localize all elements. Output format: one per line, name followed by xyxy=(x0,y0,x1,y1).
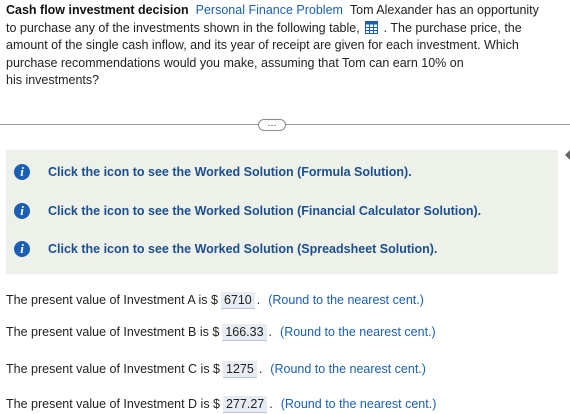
problem-line-3: amount of the single cash inflow, and it… xyxy=(6,38,519,52)
answer-a-period: . xyxy=(256,293,261,307)
answer-b-period: . xyxy=(268,325,273,339)
answer-d-period: . xyxy=(269,397,273,411)
problem-line-1: Tom Alexander has an opportunity xyxy=(349,3,539,17)
answer-a-hint: (Round to the nearest cent.) xyxy=(268,293,424,307)
worked-solutions-panel: i Click the icon to see the Worked Solut… xyxy=(6,150,558,274)
answer-d-prefix: The present value of Investment D is $ xyxy=(6,397,220,411)
problem-line-4: purchase recommendations would you make,… xyxy=(6,55,464,70)
worked-solution-spreadsheet-label[interactable]: Click the icon to see the Worked Solutio… xyxy=(48,242,437,256)
worked-solution-formula-label[interactable]: Click the icon to see the Worked Solutio… xyxy=(48,165,412,179)
problem-line-2-tail: . The purchase price, the xyxy=(383,20,522,35)
answer-c-input[interactable]: 1275 xyxy=(223,360,257,378)
answer-c-prefix: The present value of Investment C is $ xyxy=(6,362,220,376)
answer-a-prefix: The present value of Investment A is $ xyxy=(6,293,218,307)
expand-ellipsis-button[interactable]: … xyxy=(258,119,286,131)
scroll-marker-icon xyxy=(565,150,570,160)
info-icon[interactable]: i xyxy=(14,203,30,219)
answer-d-input[interactable]: 277.27 xyxy=(223,395,268,413)
answer-row-b: The present value of Investment B is $ 1… xyxy=(6,322,436,342)
worked-solution-formula[interactable]: i Click the icon to see the Worked Solut… xyxy=(14,163,412,181)
answer-b-input[interactable]: 166.33 xyxy=(222,323,267,341)
problem-statement: Cash flow investment decision Personal F… xyxy=(6,2,564,90)
answer-a-input[interactable]: 6710 xyxy=(220,291,255,309)
problem-line-2: to purchase any of the investments shown… xyxy=(6,20,360,35)
answer-c-hint: (Round to the nearest cent.) xyxy=(270,362,426,376)
answer-d-hint: (Round to the nearest cent.) xyxy=(280,397,437,411)
answer-b-prefix: The present value of Investment B is $ xyxy=(6,325,220,339)
answer-b-hint: (Round to the nearest cent.) xyxy=(280,325,436,339)
answer-row-d: The present value of Investment D is $ 2… xyxy=(6,394,436,414)
worked-solution-calculator-label[interactable]: Click the icon to see the Worked Solutio… xyxy=(48,204,481,218)
answer-row-c: The present value of Investment C is $ 1… xyxy=(6,359,426,379)
info-icon[interactable]: i xyxy=(14,241,30,257)
table-grid-icon[interactable] xyxy=(365,20,379,34)
worked-solution-spreadsheet[interactable]: i Click the icon to see the Worked Solut… xyxy=(14,240,437,258)
problem-line-5: his investments? xyxy=(6,73,100,87)
answer-c-period: . xyxy=(258,362,263,376)
problem-title: Cash flow investment decision xyxy=(6,3,189,17)
worked-solution-calculator[interactable]: i Click the icon to see the Worked Solut… xyxy=(14,202,481,220)
info-icon[interactable]: i xyxy=(14,164,30,180)
answer-row-a: The present value of Investment A is $ 6… xyxy=(6,290,424,310)
problem-topic: Personal Finance Problem xyxy=(195,3,343,17)
